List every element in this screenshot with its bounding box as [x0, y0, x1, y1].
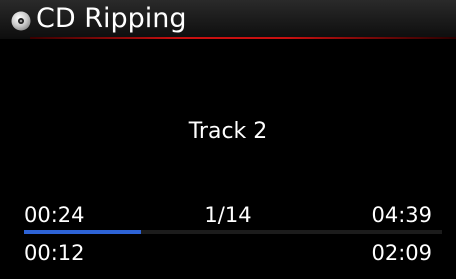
track-total-time: 04:39 — [371, 203, 432, 227]
title-underline — [30, 37, 456, 39]
title-bar: CD Ripping — [0, 0, 456, 39]
rip-elapsed-time: 00:12 — [24, 241, 85, 265]
cd-icon — [11, 11, 31, 31]
page-title: CD Ripping — [36, 3, 187, 34]
rip-remaining-time: 02:09 — [371, 241, 432, 265]
track-name: Track 2 — [188, 119, 268, 144]
rip-progress-fill — [24, 230, 142, 234]
rip-progress-bar — [24, 230, 442, 234]
cd-ripping-screen: CD Ripping Track 2 00:24 1/14 04:39 00:1… — [0, 0, 456, 279]
